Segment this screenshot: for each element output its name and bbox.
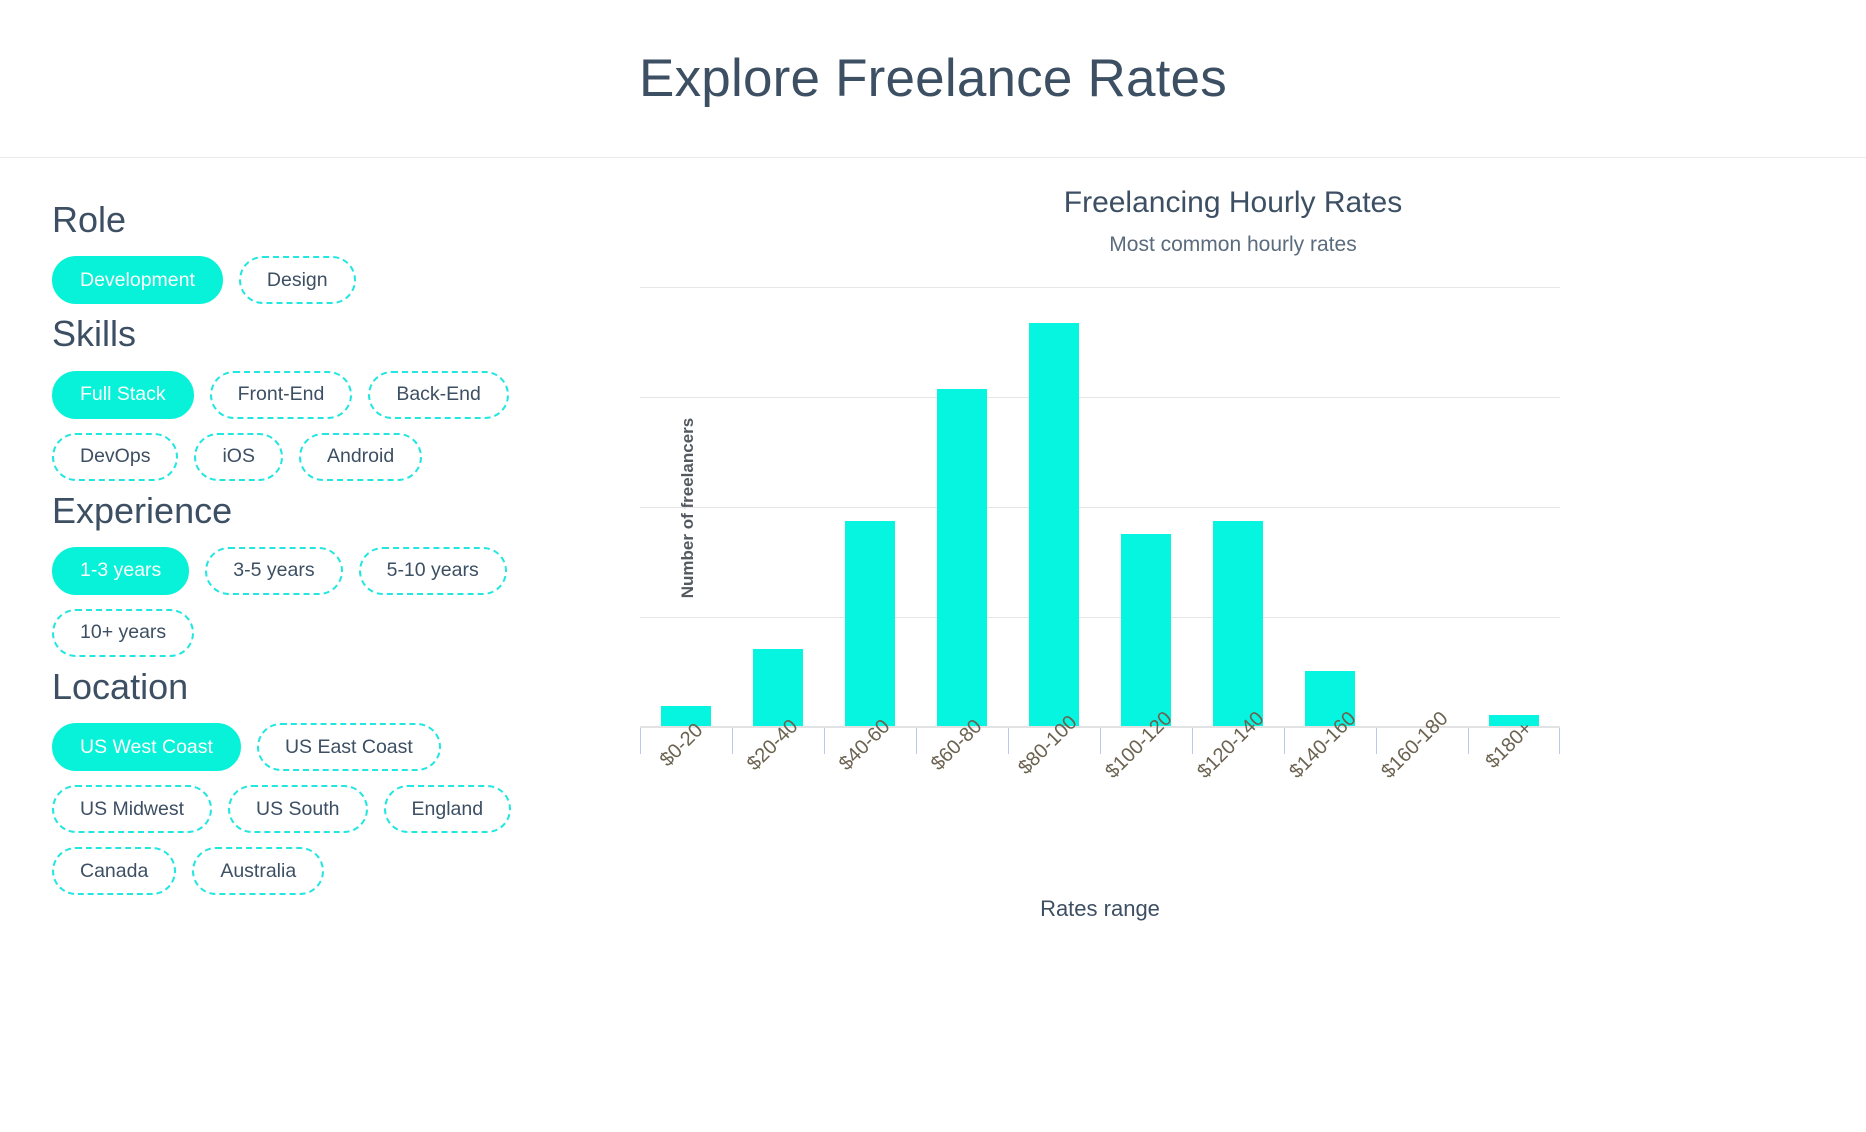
chart-panel: Freelancing Hourly Rates Most common hou… — [640, 158, 1866, 1132]
app-root: Explore Freelance Rates Role Development… — [0, 0, 1866, 1132]
page-body: Role Development Design Skills Full Stac… — [0, 158, 1866, 1132]
chart-bar[interactable] — [845, 521, 895, 728]
chart-bar[interactable] — [1121, 534, 1171, 728]
filter-group-title: Skills — [52, 313, 137, 355]
chart-bar-slot — [1468, 288, 1560, 728]
filter-chip-england[interactable]: England — [383, 785, 512, 834]
filter-chip-ios[interactable]: iOS — [194, 432, 283, 481]
filter-chip-10-plus-years[interactable]: 10+ years — [52, 608, 195, 657]
chart-bar-slot — [1284, 288, 1376, 728]
chart-bar-slot — [1376, 288, 1468, 728]
page-header: Explore Freelance Rates — [0, 0, 1866, 158]
chart-xlabel-slot: $100-120 — [1100, 707, 1192, 858]
chart-xlabel-slot: $20-40 — [732, 715, 824, 858]
filters-sidebar: Role Development Design Skills Full Stac… — [0, 158, 640, 1132]
chart-xlabel-slot: $60-80 — [916, 715, 1008, 858]
chart-bar-slot — [916, 288, 1008, 728]
filter-chip-us-south[interactable]: US South — [228, 785, 368, 834]
chart-xlabel-slot: $40-60 — [824, 715, 916, 858]
chart-xlabel-slot: $140-160 — [1284, 707, 1376, 858]
filter-chip-us-west-coast[interactable]: US West Coast — [52, 723, 241, 772]
chart-xlabel-slot: $180+ — [1468, 718, 1560, 858]
chart-bar-slot — [1192, 288, 1284, 728]
filter-chip-development[interactable]: Development — [52, 256, 223, 305]
filter-chip-1-3-years[interactable]: 1-3 years — [52, 546, 190, 595]
chart-bar[interactable] — [1213, 521, 1263, 728]
filter-chip-3-5-years[interactable]: 3-5 years — [205, 546, 343, 595]
filter-group-title: Location — [52, 665, 189, 707]
chart-xlabel-slot: $0-20 — [640, 719, 732, 858]
filter-chip-us-east-coast[interactable]: US East Coast — [256, 723, 441, 772]
filter-group-skills: Skills Full Stack Front-End Back-End Dev… — [52, 313, 640, 481]
filter-chip-front-end[interactable]: Front-End — [209, 370, 353, 419]
filter-chip-android[interactable]: Android — [298, 432, 423, 481]
filter-group-experience: Experience 1-3 years 3-5 years 5-10 year… — [52, 489, 640, 657]
chart-x-axis-title: Rates range — [1040, 896, 1160, 921]
filter-chip-5-10-years[interactable]: 5-10 years — [358, 546, 507, 595]
filter-chip-list: 1-3 years 3-5 years 5-10 years 10+ years — [52, 546, 522, 657]
chart-bar[interactable] — [937, 389, 987, 728]
filter-chip-list: US West Coast US East Coast US Midwest U… — [52, 723, 522, 896]
filter-group-role: Role Development Design — [52, 199, 640, 305]
chart-bar[interactable] — [753, 648, 803, 728]
filter-chip-us-midwest[interactable]: US Midwest — [52, 785, 213, 834]
chart-bar-slot — [1008, 288, 1100, 728]
page-title: Explore Freelance Rates — [639, 49, 1227, 108]
filter-chip-devops[interactable]: DevOps — [52, 432, 179, 481]
filter-chip-canada[interactable]: Canada — [52, 847, 177, 896]
filter-chip-australia[interactable]: Australia — [192, 847, 325, 896]
chart-x-tick-label: $0-20 — [655, 719, 708, 772]
filter-group-title: Role — [52, 199, 127, 240]
chart-bar-slot — [732, 288, 824, 728]
filter-chip-list: Full Stack Front-End Back-End DevOps iOS… — [52, 370, 522, 481]
filter-chip-design[interactable]: Design — [238, 256, 356, 305]
filter-chip-full-stack[interactable]: Full Stack — [52, 370, 194, 419]
chart-subtitle: Most common hourly rates — [1109, 233, 1357, 256]
chart-xlabel-slot: $160-180 — [1376, 707, 1468, 858]
chart-x-tick-labels: $0-20 $20-40 $40-60 $60-80 $80-100 $100-120 $1… — [640, 707, 1560, 858]
chart-bar-slot — [824, 288, 916, 728]
chart-bar-slot — [640, 288, 732, 728]
chart-bar-slot — [1100, 288, 1192, 728]
filter-group-location: Location US West Coast US East Coast US … — [52, 665, 640, 896]
chart-bars — [640, 288, 1560, 728]
filter-chip-list: Development Design — [52, 256, 522, 305]
chart-container: Freelancing Hourly Rates Most common hou… — [640, 188, 1866, 1088]
chart-bar[interactable] — [1029, 323, 1079, 728]
filter-group-title: Experience — [52, 489, 233, 531]
filter-chip-back-end[interactable]: Back-End — [368, 370, 509, 419]
chart-xlabel-slot: $120-140 — [1192, 707, 1284, 858]
chart-title: Freelancing Hourly Rates — [1063, 186, 1403, 219]
chart-xlabel-slot: $80-100 — [1008, 711, 1100, 858]
chart-plot-area: Number of freelancers $0-20 $20-40 $40-60 $… — [640, 287, 1560, 921]
